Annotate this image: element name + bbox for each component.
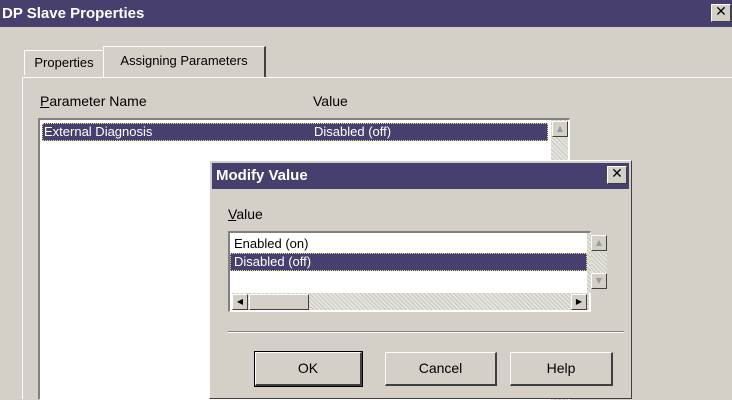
column-header-parameter-name: Parameter Name — [40, 93, 147, 109]
arrow-up-icon: ▲ — [595, 238, 603, 247]
parameter-row[interactable]: External Diagnosis Disabled (off) — [42, 123, 548, 141]
dialog-title: Modify Value — [216, 167, 308, 184]
tab-assigning-parameters-label: Assigning Parameters — [120, 53, 248, 68]
scroll-right-button[interactable]: ▶ — [571, 294, 587, 310]
tab-properties[interactable]: Properties — [24, 50, 104, 75]
separator — [228, 331, 624, 333]
column-header-value: Value — [313, 93, 348, 109]
parameter-name: External Diagnosis — [44, 124, 153, 139]
ok-button[interactable]: OK — [254, 351, 363, 387]
option-disabled[interactable]: Disabled (off) — [230, 253, 587, 271]
tab-assigning-parameters[interactable]: Assigning Parameters — [103, 46, 266, 77]
scroll-left-button[interactable]: ◀ — [232, 294, 248, 310]
window-close-button[interactable]: ✕ — [711, 4, 731, 22]
scroll-up-button[interactable]: ▲ — [552, 121, 568, 137]
options-vscroll-track[interactable] — [591, 251, 607, 273]
value-label: Value — [228, 206, 263, 222]
close-icon: ✕ — [715, 4, 727, 20]
arrow-down-icon: ▼ — [595, 276, 603, 285]
arrow-left-icon: ◀ — [236, 297, 244, 306]
window-titlebar: DP Slave Properties — [0, 0, 732, 27]
tab-properties-label: Properties — [34, 55, 94, 70]
value-options-list[interactable]: Enabled (on) Disabled (off) ▲ ▼ ◀ ▶ — [228, 231, 607, 312]
dialog-close-button[interactable]: ✕ — [607, 166, 627, 184]
modify-value-dialog: Modify Value ✕ Value Enabled (on) Disabl… — [209, 160, 632, 399]
options-scroll-down-button[interactable]: ▼ — [591, 273, 607, 289]
options-scroll-up-button[interactable]: ▲ — [591, 235, 607, 251]
parameter-value: Disabled (off) — [314, 124, 392, 139]
cancel-button[interactable]: Cancel — [385, 352, 497, 386]
option-enabled[interactable]: Enabled (on) — [232, 235, 572, 253]
dialog-titlebar: Modify Value — [212, 163, 629, 189]
hscroll-thumb[interactable] — [249, 294, 309, 310]
close-icon: ✕ — [611, 166, 623, 182]
arrow-right-icon: ▶ — [575, 297, 583, 306]
help-button[interactable]: Help — [510, 352, 613, 386]
window-title: DP Slave Properties — [2, 5, 145, 22]
arrow-up-icon: ▲ — [556, 124, 564, 133]
